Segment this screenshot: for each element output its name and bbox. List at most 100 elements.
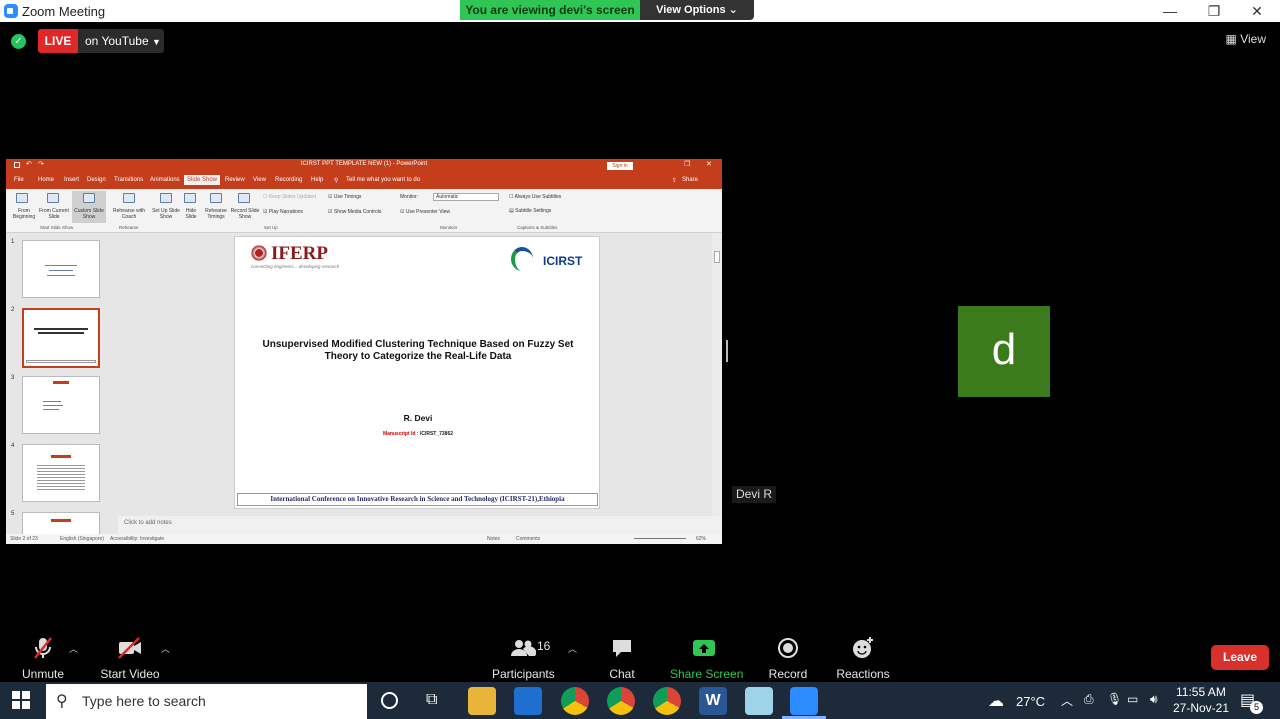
- leave-button[interactable]: Leave: [1211, 645, 1269, 670]
- network-icon[interactable]: ▭: [1127, 692, 1138, 706]
- word-icon[interactable]: W: [699, 687, 727, 715]
- shared-screen: ↶ ↷ ICIRST PPT TEMPLATE NEW (1) - PowerP…: [6, 159, 722, 544]
- record-label: Record: [768, 667, 808, 681]
- iferp-logo: IFERP: [271, 243, 328, 264]
- ppt-tab-design: Design: [87, 177, 106, 183]
- subtitle-settings: ▤ Subtitle Settings: [509, 208, 552, 214]
- ppt-tell-me: Tell me what you want to do: [346, 177, 421, 183]
- group-start-slide-show: Start Slide Show: [40, 225, 74, 230]
- temperature[interactable]: 27°C: [1016, 694, 1045, 709]
- manuscript-id-value: ICIRST_73862: [419, 431, 454, 437]
- search-placeholder: Type here to search: [82, 693, 206, 709]
- record-icon: [778, 638, 798, 658]
- chrome-profile-m-icon[interactable]: [653, 687, 681, 715]
- participants-icon: [511, 640, 537, 656]
- slide-scrollbar: [712, 233, 722, 516]
- start-video-button[interactable]: Start Video: [100, 636, 160, 681]
- monitor-label: Monitor:: [400, 194, 419, 200]
- zoom-app-icon: [4, 4, 18, 18]
- ppt-ribbon: From Beginning From Current Slide Custom…: [6, 189, 722, 233]
- slide-thumbnails-pane: 1 2 3 4 5: [6, 233, 118, 542]
- thumb-text-line: [49, 270, 73, 271]
- microphone-icon[interactable]: 🎙: [1107, 692, 1122, 706]
- ppt-sign-in-button: Sign in: [607, 162, 633, 170]
- restore-button[interactable]: ❐: [1194, 1, 1234, 21]
- close-button[interactable]: ✕: [1237, 1, 1277, 21]
- task-view-icon[interactable]: ⧉: [426, 691, 437, 709]
- chrome-profile-icon[interactable]: [607, 687, 635, 715]
- ppt-ribbon-tabs: File Home Insert Design Transitions Anim…: [6, 173, 722, 189]
- chat-label: Chat: [609, 667, 635, 681]
- share-screen-icon: [693, 640, 715, 656]
- split-view-divider[interactable]: [726, 340, 728, 362]
- manuscript-id-label: Manuscript Id :: [382, 431, 419, 437]
- monitor-select: Automatic: [433, 193, 499, 201]
- record-button[interactable]: Record: [768, 636, 808, 681]
- custom-show-icon: [83, 193, 95, 203]
- keep-updated-label: Keep Slides Updated: [268, 194, 316, 200]
- language: English (Singapore): [60, 536, 104, 542]
- clock-date[interactable]: 27-Nov-21: [1173, 701, 1229, 715]
- ppt-tab-animations: Animations: [150, 177, 180, 183]
- file-explorer-icon[interactable]: [468, 687, 496, 715]
- thumb-number-3: 3: [11, 375, 15, 381]
- rehearse-timings-label: Rehearse Timings: [205, 208, 227, 220]
- live-stream-target-button[interactable]: on YouTube ▼: [78, 29, 164, 53]
- ppt-tab-insert: Insert: [64, 177, 80, 183]
- taskbar-search-box[interactable]: ⚲ Type here to search: [46, 684, 367, 719]
- ppt-tab-transitions: Transitions: [114, 177, 144, 183]
- thumb-text-line: [45, 265, 77, 266]
- thumb-footer: [26, 360, 96, 363]
- zoom-slider: [634, 538, 686, 539]
- ppt-title-bar: ↶ ↷ ICIRST PPT TEMPLATE NEW (1) - PowerP…: [6, 159, 722, 173]
- minimize-button[interactable]: —: [1150, 1, 1190, 21]
- live-badge[interactable]: LIVE: [38, 29, 78, 53]
- iferp-logo-mark: [250, 244, 268, 262]
- cortana-icon[interactable]: [381, 692, 398, 709]
- comments-toggle: Comments: [516, 536, 541, 542]
- windows-taskbar: ⚲ Type here to search ⧉ W ☁ 27°C ︿ ⎙ 🎙 ▭…: [0, 682, 1280, 719]
- tray-overflow-icon[interactable]: ︿: [1061, 692, 1073, 709]
- use-timings-label: Use Timings: [333, 194, 362, 200]
- chat-button[interactable]: Chat: [604, 636, 640, 681]
- zoom-taskbar-icon[interactable]: [790, 687, 818, 715]
- notepad-icon[interactable]: [745, 687, 773, 715]
- keep-updated-checkbox: ☐ Keep Slides Updated: [263, 194, 316, 200]
- video-options-caret-icon[interactable]: ︿: [161, 642, 170, 655]
- media-controls-label: Show Media Controls: [333, 209, 382, 215]
- reactions-button[interactable]: Reactions: [836, 636, 890, 681]
- group-rehearse: Rehearse: [119, 225, 139, 230]
- lightbulb-icon: ⚲: [334, 178, 339, 184]
- audio-options-caret-icon[interactable]: ︿: [69, 642, 78, 655]
- chrome-icon[interactable]: [561, 687, 589, 715]
- view-layout-button[interactable]: ▦ View: [1226, 32, 1266, 46]
- stream-target-label: on YouTube: [85, 34, 149, 48]
- volume-icon[interactable]: 🔊︎: [1150, 692, 1158, 707]
- view-options-button[interactable]: View Options ⌄: [640, 0, 754, 20]
- encryption-shield-icon[interactable]: ✓: [11, 34, 26, 49]
- share-screen-button[interactable]: Share Screen: [670, 636, 743, 681]
- unmute-label: Unmute: [22, 667, 65, 681]
- share-icon: ⇪: [672, 178, 678, 184]
- set-up-show-label: Set Up Slide Show: [152, 208, 180, 220]
- viewing-screen-banner: You are viewing devi's screen: [460, 0, 640, 20]
- ppt-tab-review: Review: [225, 177, 245, 183]
- participants-caret-icon[interactable]: ︿: [568, 642, 577, 655]
- clock-time[interactable]: 11:55 AM: [1176, 685, 1226, 699]
- view-layout-label: View: [1240, 32, 1266, 46]
- thumb-number-2: 2: [11, 307, 15, 313]
- icirst-logo: ICIRST: [543, 254, 583, 268]
- zoom-level: 62%: [696, 536, 707, 542]
- reactions-label: Reactions: [836, 667, 890, 681]
- unmute-button[interactable]: Unmute: [22, 636, 64, 681]
- meet-now-icon[interactable]: ⎙: [1084, 692, 1094, 707]
- notes-pane: Click to add notes: [118, 516, 722, 534]
- always-subtitles-checkbox: ☐ Always Use Subtitles: [509, 194, 562, 200]
- from-current-icon: [47, 193, 59, 203]
- thumb-title-line: [38, 332, 84, 334]
- record-show-icon: [238, 193, 250, 203]
- windows-start-icon[interactable]: [12, 691, 30, 709]
- mail-icon[interactable]: [514, 687, 542, 715]
- view-options-label: View Options: [656, 4, 726, 16]
- ppt-close-icon: ✕: [706, 161, 712, 168]
